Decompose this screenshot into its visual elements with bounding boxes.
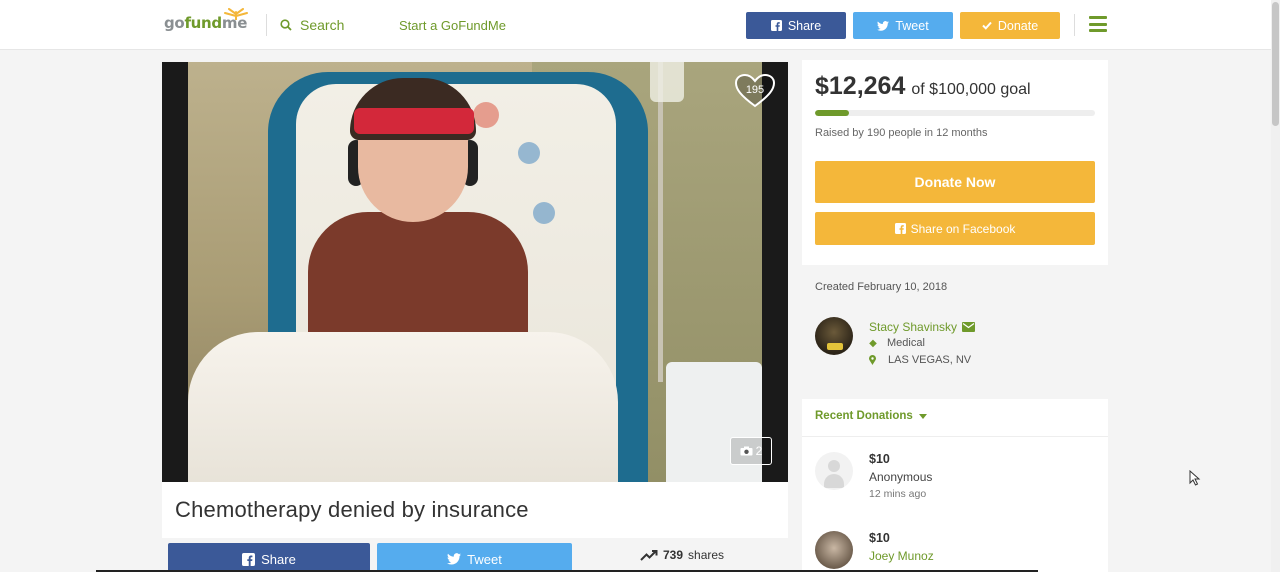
created-date: Created February 10, 2018	[815, 281, 948, 293]
shares-label: shares	[688, 548, 725, 562]
organizer-name: Stacy Shavinsky	[869, 320, 958, 334]
nav-divider-right	[1074, 14, 1075, 36]
menu-icon[interactable]	[1089, 16, 1107, 32]
location-label: LAS VEGAS, NV	[888, 354, 972, 366]
recent-donations-label: Recent Donations	[815, 410, 913, 422]
facebook-icon	[894, 223, 906, 234]
nav-divider	[266, 14, 267, 36]
heart-count-badge[interactable]: 195	[734, 73, 776, 109]
campaign-photo[interactable]	[162, 62, 788, 482]
share-on-facebook-button[interactable]: Share on Facebook	[815, 212, 1095, 245]
facebook-icon	[242, 552, 256, 566]
organizer-name-link[interactable]: Stacy Shavinsky	[869, 320, 976, 334]
photo-count-badge[interactable]: 2	[730, 437, 772, 465]
logo-sprout-icon	[224, 8, 248, 20]
organizer-location: LAS VEGAS, NV	[869, 354, 971, 366]
raised-summary: $12,264 of $100,000 goal	[815, 72, 1031, 101]
tweet-button[interactable]: Tweet	[377, 543, 572, 572]
donor-avatar	[815, 452, 853, 490]
progress-fill	[815, 110, 850, 116]
start-gofundme-link[interactable]: Start a GoFundMe	[399, 18, 506, 33]
recent-donations-toggle[interactable]: Recent Donations	[815, 410, 927, 422]
logo-text-fund: fund	[184, 14, 222, 32]
share-on-facebook-label: Share on Facebook	[910, 221, 1016, 236]
facebook-icon	[770, 20, 782, 31]
map-pin-icon	[869, 355, 876, 365]
raised-amount: $12,264	[815, 72, 906, 100]
donation-amount: $10	[869, 531, 890, 545]
nav-tweet-label: Tweet	[895, 18, 929, 33]
camera-icon	[740, 446, 753, 456]
trending-icon	[640, 549, 658, 561]
search-icon	[280, 19, 292, 31]
goal-text: of $100,000 goal	[911, 81, 1031, 98]
twitter-icon	[447, 553, 462, 565]
donation-time: 12 mins ago	[869, 488, 927, 500]
facebook-share-button[interactable]: Share	[168, 543, 370, 572]
check-icon	[982, 21, 992, 30]
email-icon[interactable]	[962, 322, 976, 332]
raised-by-text: Raised by 190 people in 12 months	[815, 127, 988, 139]
mouse-cursor-icon	[1189, 470, 1201, 486]
photo-count: 2	[755, 444, 763, 458]
nav-share-button[interactable]: Share	[746, 12, 846, 39]
category-label: Medical	[887, 337, 925, 349]
nav-tweet-button[interactable]: Tweet	[853, 12, 953, 39]
logo-text-go: go	[164, 14, 185, 32]
nav-donate-button[interactable]: Donate	[960, 12, 1060, 39]
tag-icon: ◆	[869, 337, 877, 349]
tweet-label: Tweet	[467, 551, 502, 567]
campaign-title: Chemotherapy denied by insurance	[175, 497, 529, 522]
search-link[interactable]: Search	[280, 17, 344, 33]
nav-donate-label: Donate	[997, 18, 1039, 33]
donation-amount: $10	[869, 452, 890, 466]
donor-name: Anonymous	[869, 470, 933, 484]
page-scrollbar-thumb[interactable]	[1272, 2, 1279, 126]
search-label: Search	[300, 17, 345, 33]
organizer-category: ◆ Medical	[869, 337, 925, 349]
donate-now-button[interactable]: Donate Now	[815, 161, 1095, 203]
shares-counter: 739 shares	[640, 548, 724, 562]
progress-bar	[815, 110, 1095, 116]
organizer-avatar[interactable]	[815, 317, 853, 355]
donor-name[interactable]: Joey Munoz	[869, 549, 934, 563]
shares-count: 739	[663, 548, 684, 562]
heart-count: 195	[745, 84, 765, 96]
twitter-icon	[877, 20, 890, 31]
photo-scene	[188, 62, 762, 482]
nav-share-label: Share	[787, 18, 822, 33]
donor-avatar[interactable]	[815, 531, 853, 569]
chevron-down-icon	[918, 413, 927, 419]
facebook-share-label: Share	[261, 551, 296, 567]
